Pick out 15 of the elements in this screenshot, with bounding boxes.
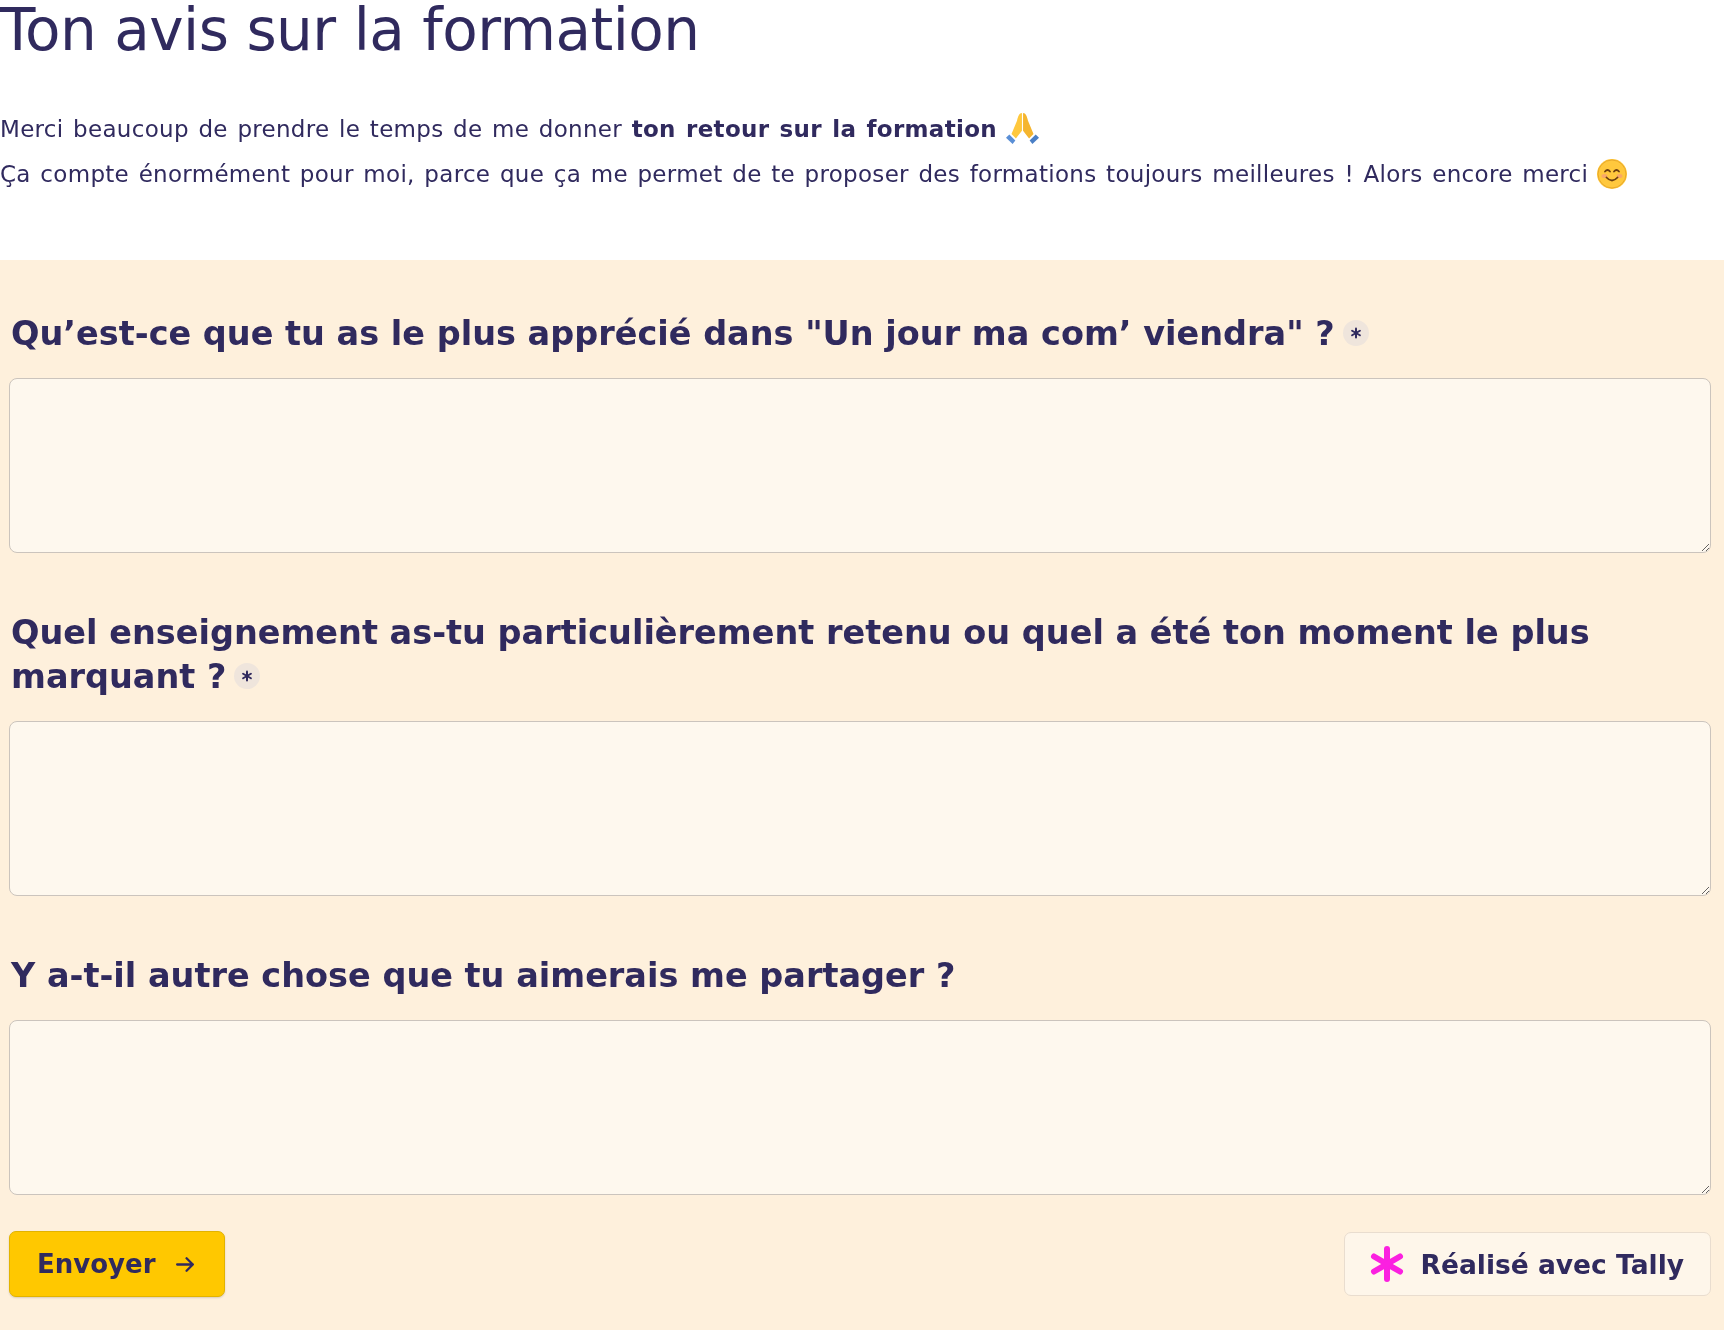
question-label: Y a-t-il autre chose que tu aimerais me partager ? [11,956,956,995]
intro-text: Merci beaucoup de prendre le temps de me donner ton retour sur la formation [0,115,997,142]
answer-field[interactable] [9,721,1711,896]
answer-field[interactable] [9,1020,1711,1195]
asterisk-icon [1368,1246,1405,1282]
smiling-face-icon [1597,158,1628,189]
form-title: Ton avis sur la formation [0,0,701,60]
answer-field[interactable] [9,378,1711,553]
praying-hands-icon [1005,113,1039,144]
credit-link[interactable]: Réalisé avec Tally [1343,1232,1711,1296]
arrow-right-icon [175,1256,194,1272]
submit-button[interactable]: Envoyer [9,1231,225,1297]
question-label: Quel enseignement as-tu particulièrement retenu ou quel a été ton moment le plus marquant ? [11,613,1590,696]
intro-text: Ça compte énormément pour moi, parce que ça me permet de te proposer des formations toujours meilleures ! Alors encore merci [0,160,1589,187]
question-label: Qu’est-ce que tu as le plus apprécié dans "Un jour ma com’ viendra" ? [11,314,1335,353]
